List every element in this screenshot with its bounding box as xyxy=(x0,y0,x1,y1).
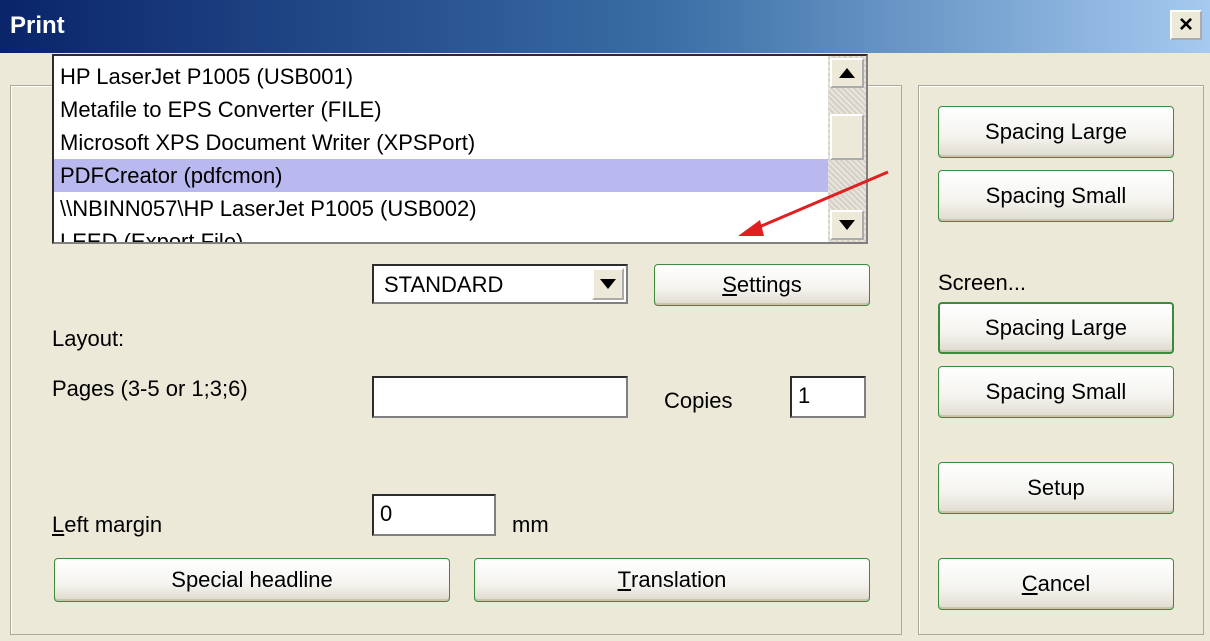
scroll-up-button[interactable] xyxy=(830,58,864,88)
layout-label: Layout: xyxy=(52,326,125,351)
screen-spacing-large-button[interactable]: Spacing Large xyxy=(938,302,1174,354)
spacing-large-button[interactable]: Spacing Large xyxy=(938,106,1174,158)
close-button[interactable]: × xyxy=(1170,10,1202,40)
translation-label: ranslation xyxy=(631,567,727,592)
settings-button[interactable]: Settings xyxy=(654,264,870,306)
printer-listbox[interactable]: HP LaserJet P1005 (USB001) Metafile to E… xyxy=(52,54,868,244)
scroll-down-button[interactable] xyxy=(830,210,864,240)
list-item[interactable]: Microsoft XPS Document Writer (XPSPort) xyxy=(54,126,830,159)
layout-select[interactable]: STANDARD xyxy=(372,264,628,304)
special-headline-button[interactable]: Special headline xyxy=(54,558,450,602)
list-item-selected[interactable]: PDFCreator (pdfcmon) xyxy=(54,159,830,192)
cancel-accel: C xyxy=(1021,571,1038,596)
pages-label: Pages (3-5 or 1;3;6) xyxy=(52,376,248,401)
cancel-button[interactable]: Cancel xyxy=(938,558,1174,610)
copies-label: Copies xyxy=(664,388,733,413)
left-margin-input[interactable]: 0 xyxy=(372,494,496,536)
vertical-scrollbar[interactable] xyxy=(828,56,866,242)
window-title: Print xyxy=(10,12,65,39)
layout-dropdown-button[interactable] xyxy=(592,268,624,300)
cancel-label: ancel xyxy=(1037,571,1091,596)
title-bar: Print × xyxy=(0,0,1210,53)
chevron-down-icon xyxy=(600,279,616,289)
arrow-up-icon xyxy=(839,68,855,78)
settings-label: ettings xyxy=(736,272,802,297)
left-margin-text: eft margin xyxy=(64,512,163,537)
scroll-thumb[interactable] xyxy=(830,114,864,160)
pages-input[interactable] xyxy=(372,376,628,418)
layout-value: STANDARD xyxy=(384,272,504,297)
arrow-down-icon xyxy=(839,220,855,230)
list-item[interactable]: \\NBINN057\HP LaserJet P1005 (USB002) xyxy=(54,192,830,225)
spacing-small-button[interactable]: Spacing Small xyxy=(938,170,1174,222)
list-item[interactable]: LEED (Export File) xyxy=(54,225,830,242)
list-item[interactable]: Metafile to EPS Converter (FILE) xyxy=(54,93,830,126)
setup-button[interactable]: Setup xyxy=(938,462,1174,514)
translation-button[interactable]: Translation xyxy=(474,558,870,602)
copies-input[interactable]: 1 xyxy=(790,376,866,418)
printer-list: HP LaserJet P1005 (USB001) Metafile to E… xyxy=(54,60,830,242)
settings-accel: S xyxy=(722,272,737,297)
left-margin-unit: mm xyxy=(512,512,549,537)
right-group-box xyxy=(918,85,1204,635)
left-margin-label: Left margin xyxy=(52,512,162,538)
left-margin-accel: L xyxy=(52,512,65,537)
screen-label: Screen... xyxy=(938,270,1027,295)
close-icon: × xyxy=(1178,11,1193,38)
screen-spacing-small-button[interactable]: Spacing Small xyxy=(938,366,1174,418)
list-item[interactable]: HP LaserJet P1005 (USB001) xyxy=(54,60,830,93)
translation-accel: T xyxy=(617,567,632,592)
